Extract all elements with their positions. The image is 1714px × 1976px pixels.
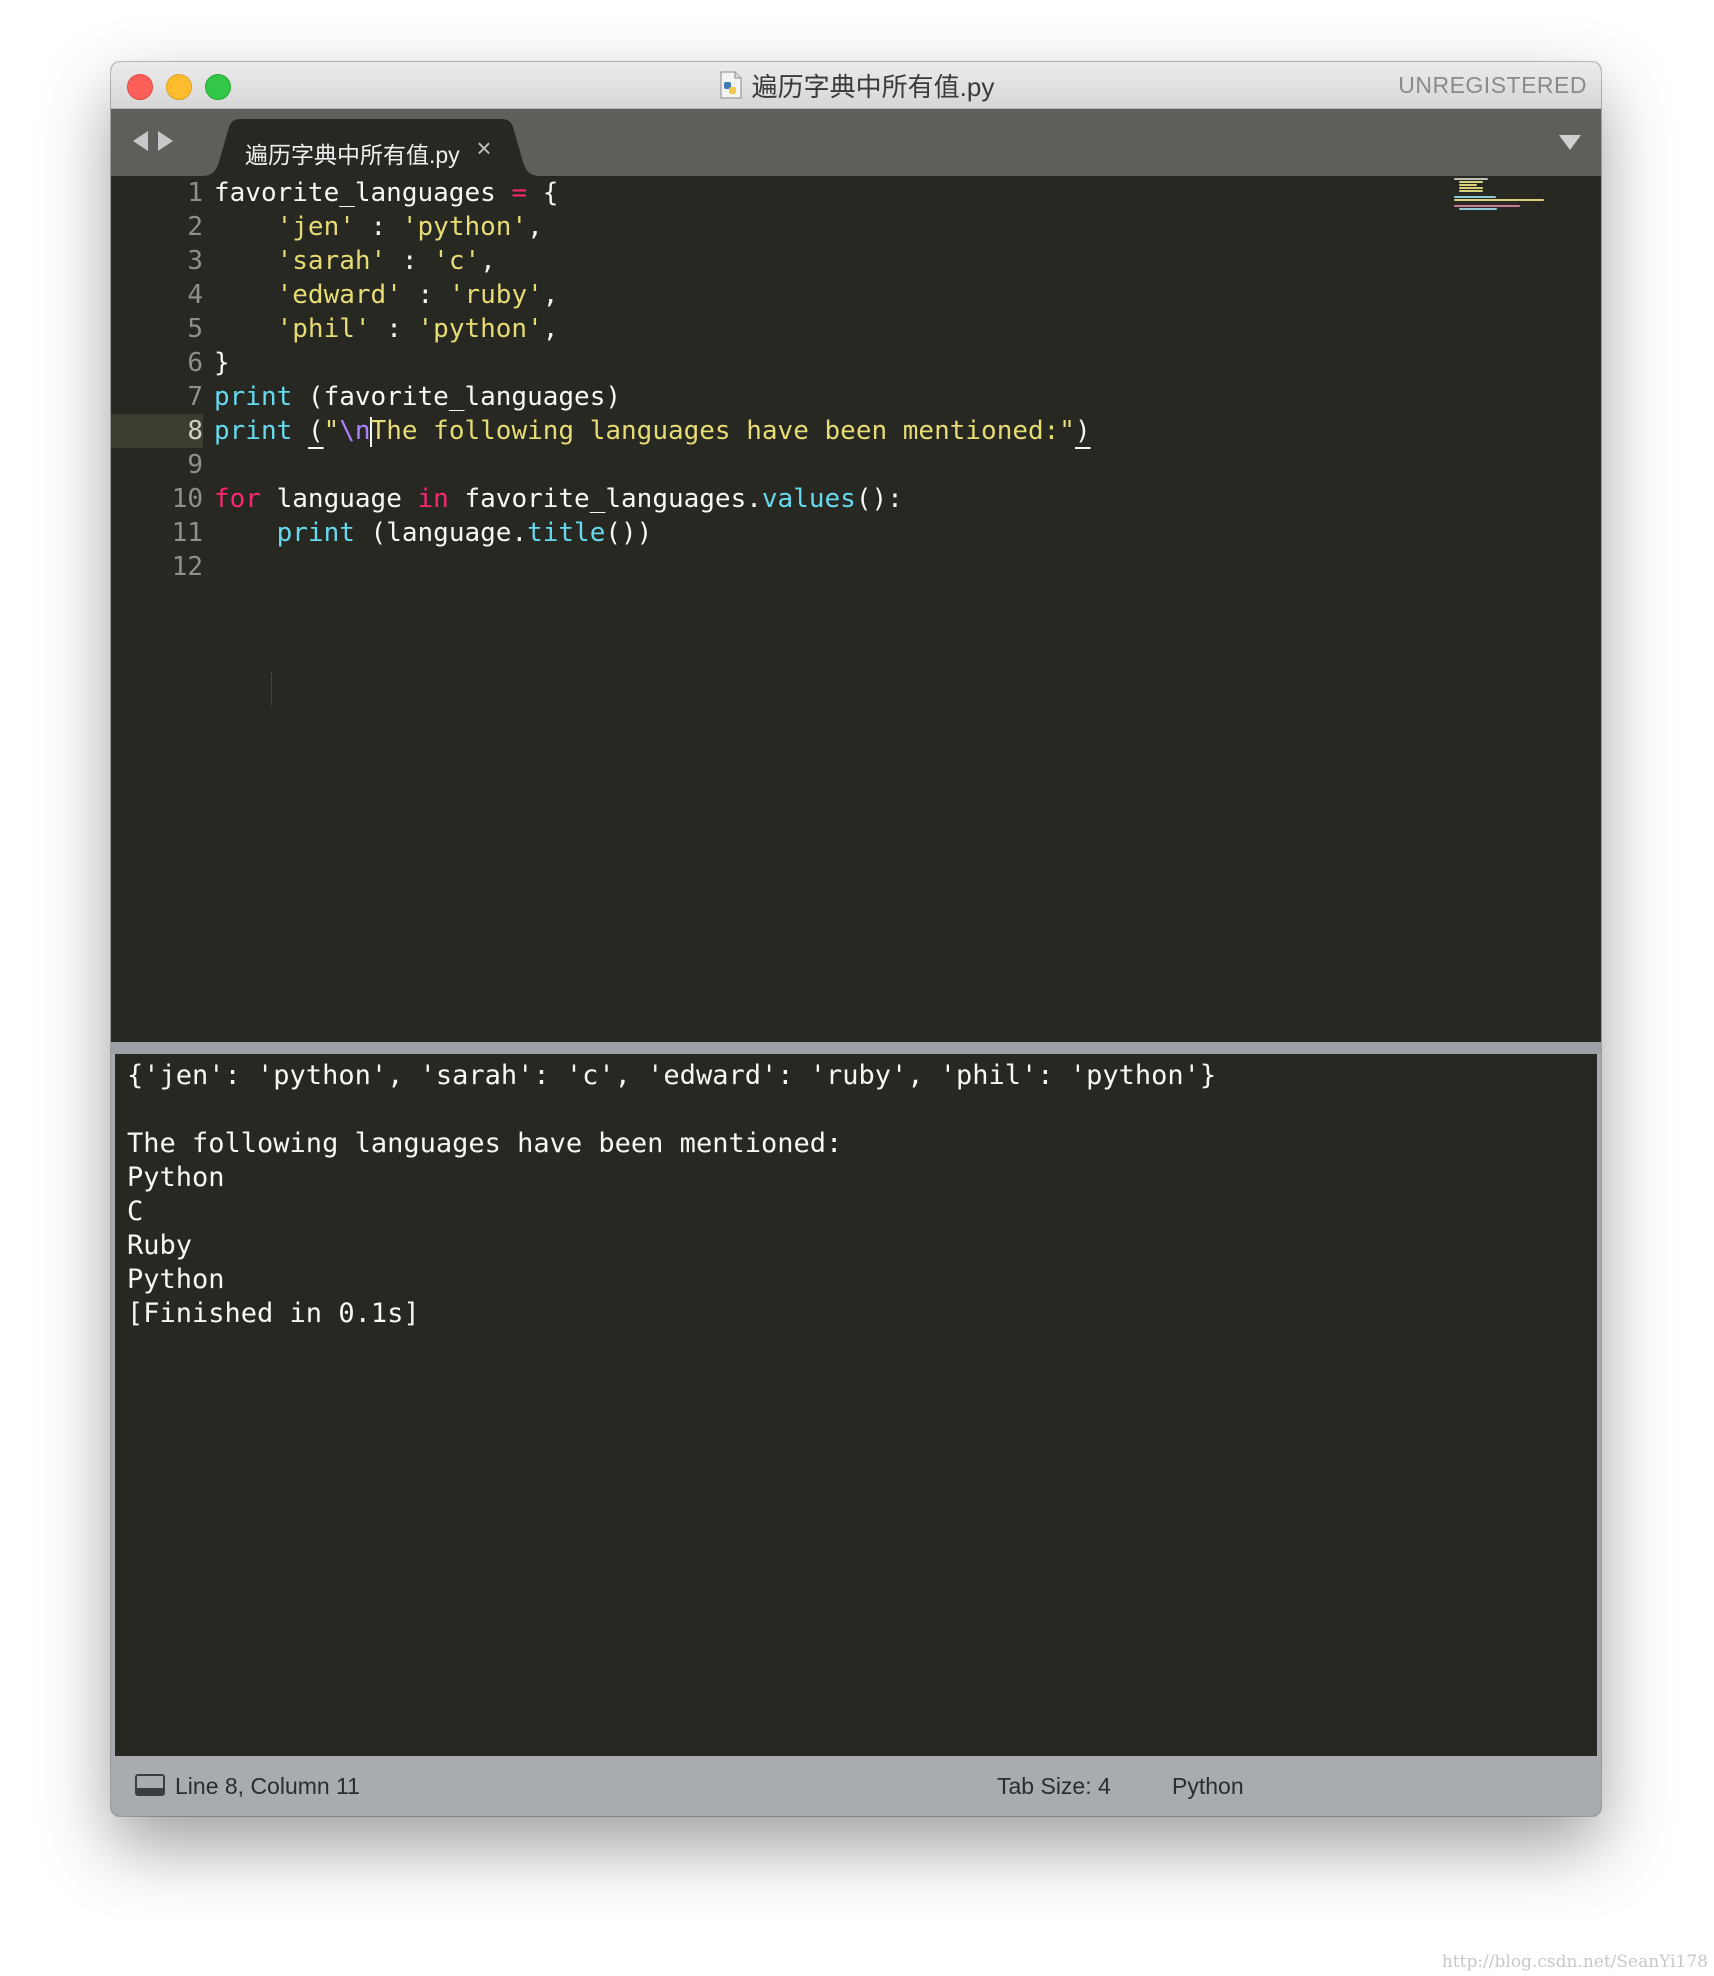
code-token: 'phil' — [276, 314, 371, 344]
output-line: C — [127, 1196, 144, 1227]
unregistered-label: UNREGISTERED — [1398, 72, 1587, 98]
output-line: {'jen': 'python', 'sarah': 'c', 'edward'… — [127, 1060, 1217, 1091]
syntax-indicator[interactable]: Python — [1172, 1756, 1244, 1816]
code-token: ()) — [605, 518, 653, 548]
code-line[interactable]: favorite_languages = { — [214, 176, 558, 210]
code-line[interactable]: } — [214, 346, 230, 380]
panel-toggle-icon[interactable] — [135, 1774, 165, 1796]
previous-tab-arrow-icon[interactable] — [133, 131, 148, 151]
tab-bar: 遍历字典中所有值.py × — [111, 109, 1601, 176]
tab-close-icon[interactable]: × — [471, 133, 497, 164]
code-token: , — [527, 212, 543, 242]
code-token: ) — [1074, 416, 1091, 446]
code-line[interactable]: print (language.title()) — [214, 516, 653, 550]
build-output-panel[interactable]: {'jen': 'python', 'sarah': 'c', 'edward'… — [115, 1054, 1595, 1756]
line-number: 12 — [171, 552, 203, 582]
code-token: print — [214, 382, 293, 412]
output-line: Python — [127, 1264, 225, 1295]
line-number: 6 — [187, 348, 203, 378]
line-number: 3 — [187, 246, 203, 276]
code-token: values — [761, 484, 856, 514]
tab-navigation — [133, 131, 173, 151]
code-line[interactable]: 'edward' : 'ruby', — [214, 278, 559, 312]
code-line[interactable]: 'sarah' : 'c', — [214, 244, 496, 278]
code-token: favorite_languages. — [448, 484, 762, 514]
code-token: language — [260, 484, 418, 514]
cursor-position[interactable]: Line 8, Column 11 — [175, 1756, 360, 1816]
code-token: 'sarah' — [276, 246, 387, 276]
code-line[interactable]: 'phil' : 'python', — [214, 312, 559, 346]
line-number: 9 — [187, 450, 203, 480]
panel-separator[interactable] — [111, 1042, 1601, 1054]
code-token: = — [511, 178, 528, 208]
code-token: print — [214, 416, 293, 446]
code-token: 'edward' — [276, 280, 402, 310]
code-token: for — [214, 484, 261, 514]
code-token: , — [542, 280, 559, 310]
line-number: 5 — [187, 314, 203, 344]
code-token: 'c' — [433, 246, 481, 276]
code-token: : — [401, 280, 449, 310]
status-bar: Line 8, Column 11 Tab Size: 4 Python — [111, 1756, 1601, 1816]
output-line: Python — [127, 1162, 225, 1193]
code-token: print — [276, 518, 355, 548]
code-token: : — [370, 314, 418, 344]
editor-window: 遍历字典中所有值.py UNREGISTERED 遍历字典中所有值.py × 1… — [111, 62, 1601, 1816]
code-token: } — [214, 348, 230, 378]
line-number: 10 — [171, 484, 203, 514]
code-line[interactable]: print ("\nThe following languages have b… — [214, 414, 1091, 448]
line-number: 2 — [187, 212, 203, 242]
code-token: in — [417, 484, 449, 514]
line-number: 4 — [187, 280, 203, 310]
tab-size-indicator[interactable]: Tab Size: 4 — [997, 1756, 1111, 1816]
code-token: (favorite_languages) — [292, 382, 622, 412]
indent-guide — [271, 672, 272, 706]
window-title: 遍历字典中所有值.py — [751, 71, 995, 102]
code-token: The following languages have been mentio… — [370, 416, 1075, 446]
code-token: 'python' — [401, 212, 528, 242]
output-line: The following languages have been mentio… — [127, 1128, 843, 1159]
line-number: 1 — [187, 178, 203, 208]
code-token: 'jen' — [276, 212, 355, 242]
code-token: { — [527, 178, 559, 208]
code-token: 'ruby' — [448, 280, 543, 310]
code-token: \n — [339, 416, 371, 446]
watermark: http://blog.csdn.net/SeanYi178 — [1441, 1952, 1708, 1972]
code-line[interactable]: for language in favorite_languages.value… — [214, 482, 903, 516]
code-token: 'python' — [417, 314, 543, 344]
code-token: favorite_languages — [214, 178, 512, 208]
code-editor[interactable]: 1 2 3 4 5 6 7 8 9 10 11 12 favorite_languages = { '… — [111, 176, 1601, 1042]
code-token: ( — [307, 416, 324, 446]
code-line[interactable]: print (favorite_languages) — [214, 380, 621, 414]
line-number: 11 — [171, 518, 203, 548]
code-token: (): — [855, 484, 903, 514]
code-token: title — [527, 518, 606, 548]
line-number: 8 — [111, 414, 203, 448]
next-tab-arrow-icon[interactable] — [158, 131, 173, 151]
code-token: , — [542, 314, 559, 344]
python-file-icon — [718, 71, 744, 99]
line-number: 7 — [187, 382, 203, 412]
code-line[interactable]: 'jen' : 'python', — [214, 210, 543, 244]
code-token: , — [480, 246, 496, 276]
code-token: (language. — [354, 518, 528, 548]
title-bar[interactable]: 遍历字典中所有值.py UNREGISTERED — [111, 62, 1601, 109]
minimap[interactable] — [1454, 176, 1554, 226]
output-line: Ruby — [127, 1230, 193, 1261]
tab-label: 遍历字典中所有值.py — [245, 142, 460, 168]
code-token: " — [323, 416, 340, 446]
code-token: : — [386, 246, 434, 276]
code-token: : — [354, 212, 402, 242]
tab-active-file[interactable]: 遍历字典中所有值.py × — [201, 119, 541, 176]
tab-dropdown-icon[interactable] — [1559, 135, 1581, 150]
output-line: [Finished in 0.1s] — [127, 1298, 420, 1329]
